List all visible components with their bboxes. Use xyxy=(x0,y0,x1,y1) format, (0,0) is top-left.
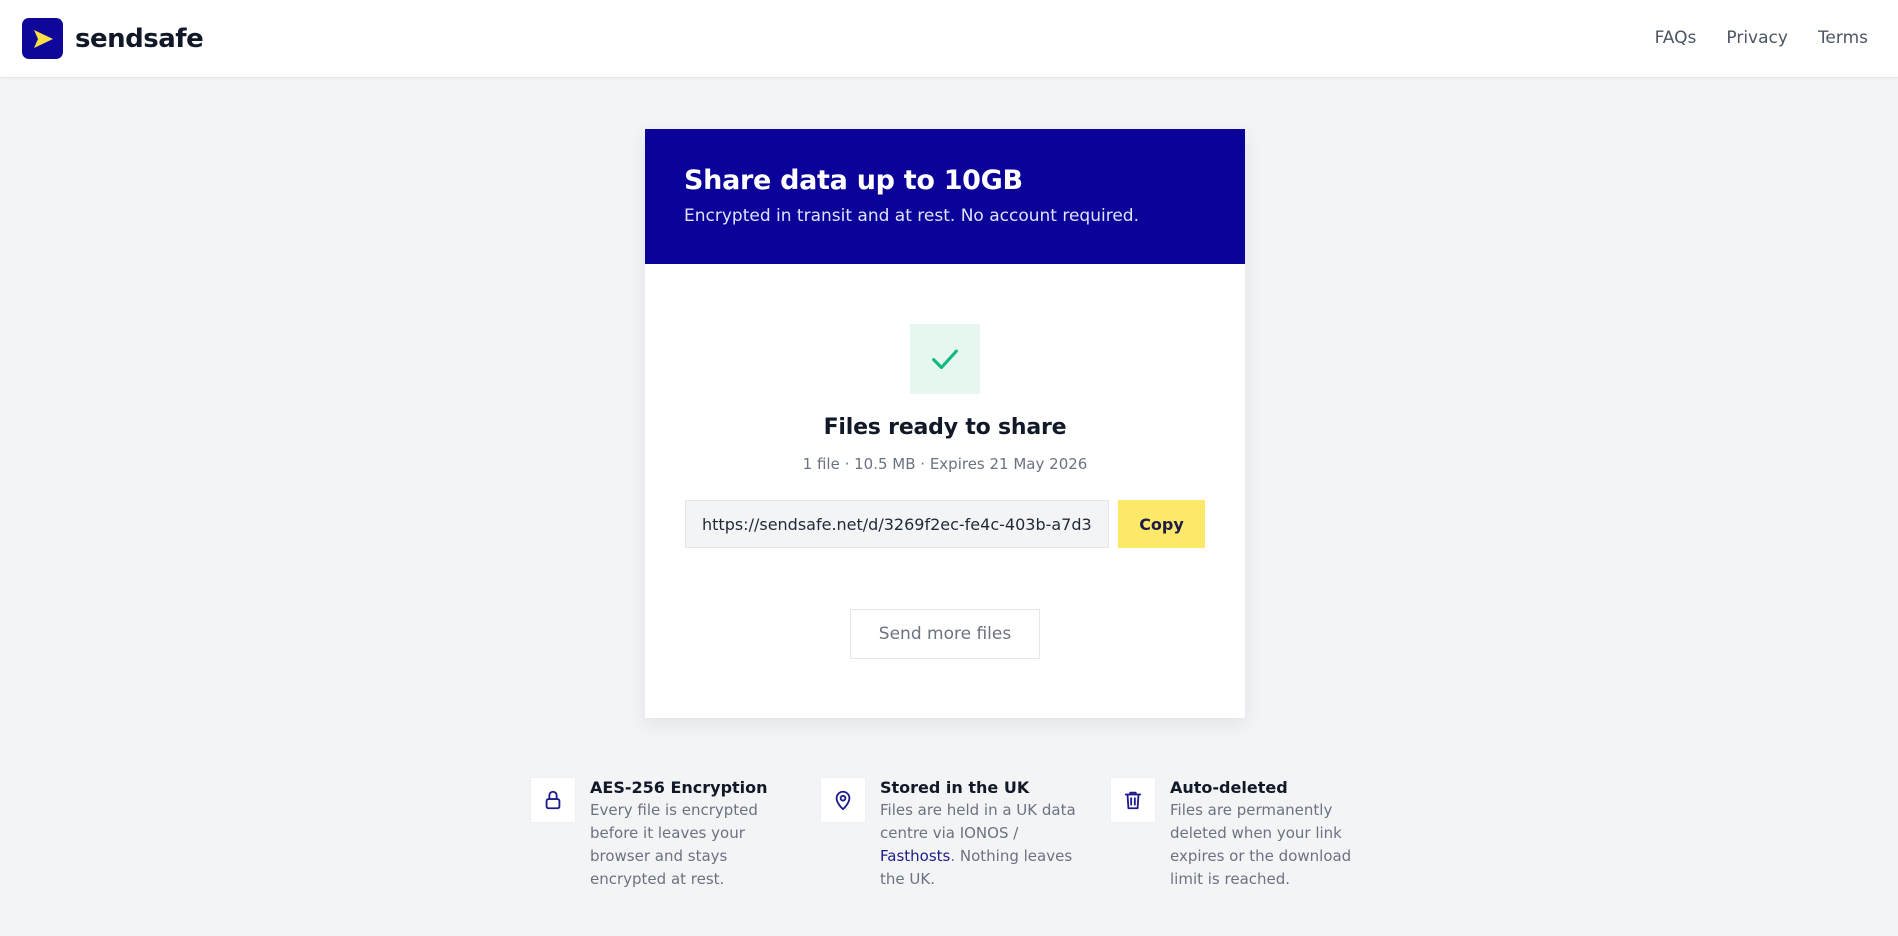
feature-auto-delete: Auto-deleted Files are permanently delet… xyxy=(1110,777,1370,891)
lock-icon xyxy=(530,777,576,823)
nav-link-faqs[interactable]: FAQs xyxy=(1655,28,1697,48)
success-badge xyxy=(910,324,980,394)
card-title: Share data up to 10GB xyxy=(684,165,1023,196)
feature-description: Files are permanently deleted when your … xyxy=(1170,801,1352,888)
feature-description: Files are held in a UK data centre via I… xyxy=(880,801,1076,888)
feature-title: Stored in the UK xyxy=(880,778,1030,797)
brand-logo-link[interactable]: sendsafe xyxy=(22,18,204,59)
send-more-files-button[interactable]: Send more files xyxy=(850,609,1040,659)
map-pin-icon xyxy=(820,777,866,823)
nav-link-terms[interactable]: Terms xyxy=(1818,28,1868,48)
header-nav: FAQs Privacy Terms xyxy=(1655,28,1868,48)
feature-uk-storage: Stored in the UK Files are held in a UK … xyxy=(820,777,1080,891)
share-link-field[interactable] xyxy=(685,500,1109,548)
card-header: Share data up to 10GB Encrypted in trans… xyxy=(645,129,1245,264)
feature-encryption: AES-256 Encryption Every file is encrypt… xyxy=(530,777,790,891)
send-arrow-icon xyxy=(22,18,63,59)
ready-title: Files ready to share xyxy=(823,415,1067,440)
trash-icon xyxy=(1110,777,1156,823)
feature-title: AES-256 Encryption xyxy=(590,778,768,797)
feature-description: Every file is encrypted before it leaves… xyxy=(590,801,758,888)
brand-name: sendsafe xyxy=(75,23,204,54)
card-subtitle: Encrypted in transit and at rest. No acc… xyxy=(684,206,1139,226)
top-nav-bar: sendsafe FAQs Privacy Terms xyxy=(0,0,1898,78)
checkmark-icon xyxy=(932,349,958,370)
share-card: Share data up to 10GB Encrypted in trans… xyxy=(645,129,1245,718)
copy-button[interactable]: Copy xyxy=(1118,500,1205,548)
feature-title: Auto-deleted xyxy=(1170,778,1288,797)
fasthosts-link[interactable]: Fasthosts xyxy=(880,847,950,865)
nav-link-privacy[interactable]: Privacy xyxy=(1726,28,1788,48)
file-meta: 1 file · 10.5 MB · Expires 21 May 2026 xyxy=(802,455,1088,473)
